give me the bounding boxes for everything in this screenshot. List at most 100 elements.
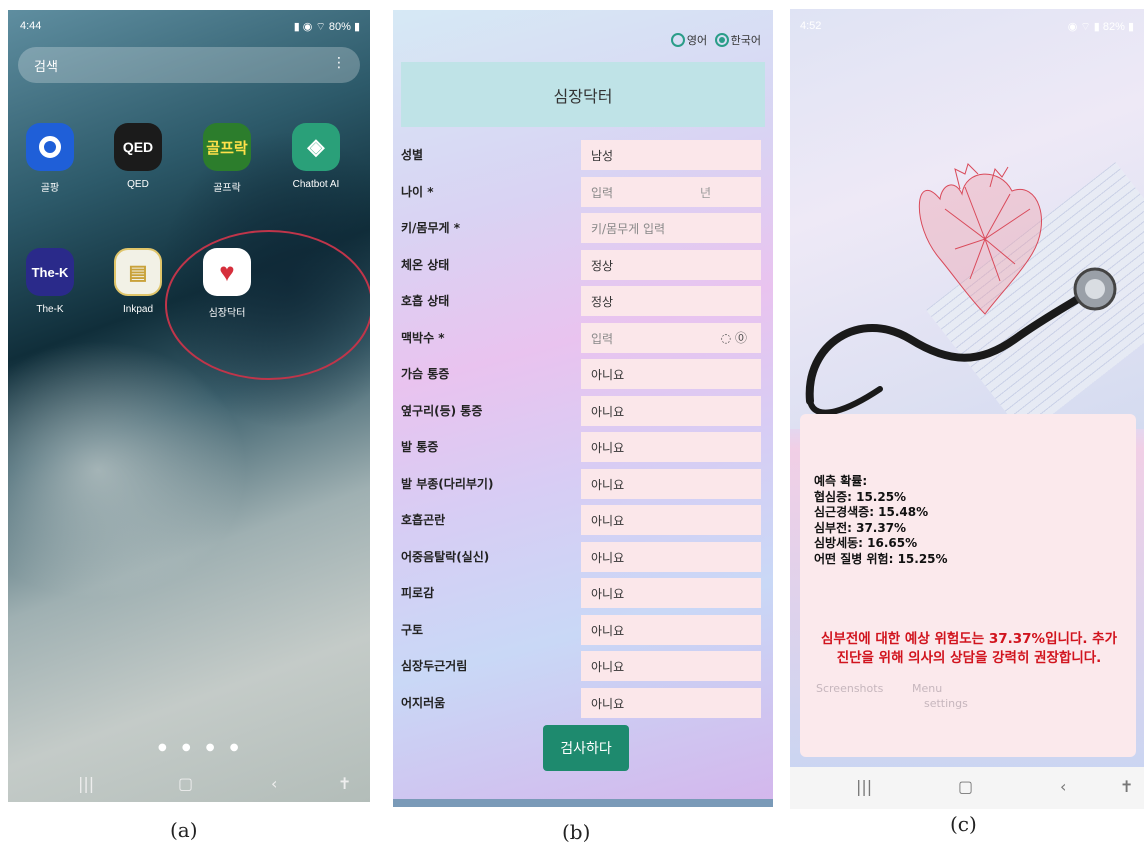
search-bar[interactable]: 검색 ⋮ xyxy=(18,47,360,83)
field-value: 아니요 xyxy=(591,368,625,382)
battery-indicator: ▮ ◉ ⌔ 80% ▮ xyxy=(293,21,360,33)
app-the-k[interactable]: The-K The-K xyxy=(14,248,86,315)
chest-pain-select[interactable]: 아니요 xyxy=(581,359,761,389)
recent-apps-icon[interactable]: ||| xyxy=(856,777,872,796)
timer-icon[interactable]: ◌ xyxy=(721,331,731,345)
status-time: 4:52 xyxy=(800,20,822,32)
inkpad-app-icon: ▤ xyxy=(114,248,162,296)
battery-indicator: ◉ ⌔ ▮ 82% ▮ xyxy=(1067,21,1134,33)
form-row: 나이 * 입력 년 xyxy=(401,176,765,207)
navigation-bar: ||| ▢ ‹ ✝ xyxy=(8,770,370,802)
caption-c: (c) xyxy=(950,812,977,836)
age-input[interactable]: 입력 년 xyxy=(581,176,761,207)
field-label: 호흡곤란 xyxy=(401,513,446,527)
app-qed[interactable]: QED QED xyxy=(102,123,174,190)
field-label: 체온 상태 xyxy=(401,257,450,272)
app-golfrak[interactable]: 골프락 골프락 xyxy=(191,123,263,194)
back-icon[interactable]: ‹ xyxy=(271,774,277,793)
recent-apps-icon[interactable]: ||| xyxy=(78,774,94,793)
side-pain-select[interactable]: 아니요 xyxy=(581,395,761,426)
result-panel: 4:52 ◉ ⌔ ▮ 82% ▮ 예측 확률: 협심증: 15.25% 심근경색… xyxy=(790,9,1144,809)
pulse-input[interactable]: 입력 ◌ ⓪ xyxy=(581,322,761,353)
risk-advice-text: 심부전에 대한 예상 위험도는 37.37%입니다. 추가 진단을 위해 의사의… xyxy=(821,631,1117,666)
gender-select[interactable]: 남성 xyxy=(581,140,761,170)
dizziness-select[interactable]: 아니요 xyxy=(581,687,761,718)
field-value: 아니요 xyxy=(591,441,625,455)
lang-option-english[interactable]: 영어 xyxy=(670,33,707,47)
foot-pain-select[interactable]: 아니요 xyxy=(581,432,761,462)
app-title: 심장닥터 xyxy=(401,62,765,127)
battery-level: 80% xyxy=(328,21,351,33)
back-icon[interactable]: ‹ xyxy=(1060,777,1066,796)
golfrak-app-icon: 골프락 xyxy=(203,123,251,171)
ghost-screenshots-label: Screenshots xyxy=(816,682,884,695)
field-label: 호흡 상태 xyxy=(401,294,450,308)
field-label: 구토 xyxy=(401,622,424,637)
home-screen-panel: 4:44 ▮ ◉ ⌔ 80% ▮ 검색 ⋮ 골팡 QED QED 골프락 골프락… xyxy=(8,10,370,802)
syncope-select[interactable]: 아니요 xyxy=(581,541,761,572)
field-label: 가슴 통증 xyxy=(401,367,450,381)
field-value: 아니요 xyxy=(591,587,625,601)
form-row: 성별 남성 xyxy=(401,140,765,170)
form-row: 키/몸무게 * 키/몸무게 입력 xyxy=(401,213,765,243)
form-row: 구토 아니요 xyxy=(401,614,765,645)
status-bar: 4:52 ◉ ⌔ ▮ 82% ▮ xyxy=(800,20,1134,34)
field-value: 아니요 xyxy=(591,696,625,711)
foot-swelling-select[interactable]: 아니요 xyxy=(581,468,761,499)
input-form-panel: 영어 한국어 심장닥터 성별 남성 나이 * 입력 년 키/몸무게 * 키/몸무게 입력… xyxy=(393,10,773,807)
fatigue-select[interactable]: 아니요 xyxy=(581,578,761,608)
status-time: 4:44 xyxy=(20,20,42,32)
temperature-select[interactable]: 정상 xyxy=(581,249,761,280)
navigation-bar: ||| ▢ ‹ ✝ xyxy=(790,767,1144,809)
accessibility-icon[interactable]: ✝ xyxy=(338,774,351,793)
probability-angina: 협심증: 15.25% xyxy=(814,489,907,504)
field-label: 심장두근거림 xyxy=(401,659,468,673)
app-chatbot-ai[interactable]: ◈ Chatbot AI xyxy=(280,123,352,190)
search-placeholder: 검색 xyxy=(34,60,58,75)
probability-mi: 심근경색증: 15.48% xyxy=(814,505,929,519)
form-row: 어지러움 아니요 xyxy=(401,687,765,718)
caption-b: (b) xyxy=(562,820,591,844)
unit-label: 년 xyxy=(699,185,711,200)
field-label: 맥박수 * xyxy=(401,330,445,345)
caption-a: (a) xyxy=(170,818,198,842)
golfpong-app-icon xyxy=(26,123,74,171)
field-label: 발 부종(다리부기) xyxy=(401,476,494,491)
field-value: 남성 xyxy=(591,149,614,163)
dyspnea-select[interactable]: 아니요 xyxy=(581,505,761,535)
form-row: 호흡 상태 정상 xyxy=(401,286,765,316)
probability-heart-failure: 심부전: 37.37% xyxy=(814,520,907,535)
form-row: 어중음탈락(실신) 아니요 xyxy=(401,541,765,572)
status-bar: 4:44 ▮ ◉ ⌔ 80% ▮ xyxy=(20,20,360,36)
accessibility-icon[interactable]: ✝ xyxy=(1120,777,1133,796)
field-placeholder: 입력 xyxy=(591,185,614,200)
probability-heading: 예측 확률: xyxy=(814,474,868,488)
form-row: 가슴 통증 아니요 xyxy=(401,359,765,389)
help-icon[interactable]: ⓪ xyxy=(735,331,747,345)
vomiting-select[interactable]: 아니요 xyxy=(581,614,761,645)
radio-selected-icon xyxy=(714,33,729,47)
app-inkpad[interactable]: ▤ Inkpad xyxy=(102,248,174,315)
lang-option-korean[interactable]: 한국어 xyxy=(714,33,761,47)
height-weight-input[interactable]: 키/몸무게 입력 xyxy=(581,213,761,243)
home-icon[interactable]: ▢ xyxy=(178,774,193,793)
palpitation-select[interactable]: 아니요 xyxy=(581,651,761,681)
app-golfpong[interactable]: 골팡 xyxy=(14,123,86,194)
breathing-select[interactable]: 정상 xyxy=(581,286,761,316)
home-icon[interactable]: ▢ xyxy=(958,777,973,796)
field-value: 아니요 xyxy=(591,623,625,638)
form-row: 체온 상태 정상 xyxy=(401,249,765,280)
the-k-app-icon: The-K xyxy=(26,248,74,296)
probability-any-disease: 어떤 질병 위험: 15.25% xyxy=(814,551,948,566)
app-label: Chatbot AI xyxy=(292,179,340,190)
form-row: 옆구리(등) 통증 아니요 xyxy=(401,395,765,426)
more-options-icon[interactable]: ⋮ xyxy=(332,55,346,71)
probability-list: 예측 확률: 협심증: 15.25% 심근경색증: 15.48% 심부전: 37… xyxy=(814,474,948,567)
field-value: 아니요 xyxy=(591,477,625,492)
symptom-form: 성별 남성 나이 * 입력 년 키/몸무게 * 키/몸무게 입력 체온 상태 정상 호흡 … xyxy=(401,140,765,724)
submit-button[interactable]: 검사하다 xyxy=(543,725,629,771)
radio-icon xyxy=(670,33,685,47)
stethoscope-icon xyxy=(805,267,1117,416)
form-row: 심장두근거림 아니요 xyxy=(401,651,765,681)
form-row: 호흡곤란 아니요 xyxy=(401,505,765,535)
